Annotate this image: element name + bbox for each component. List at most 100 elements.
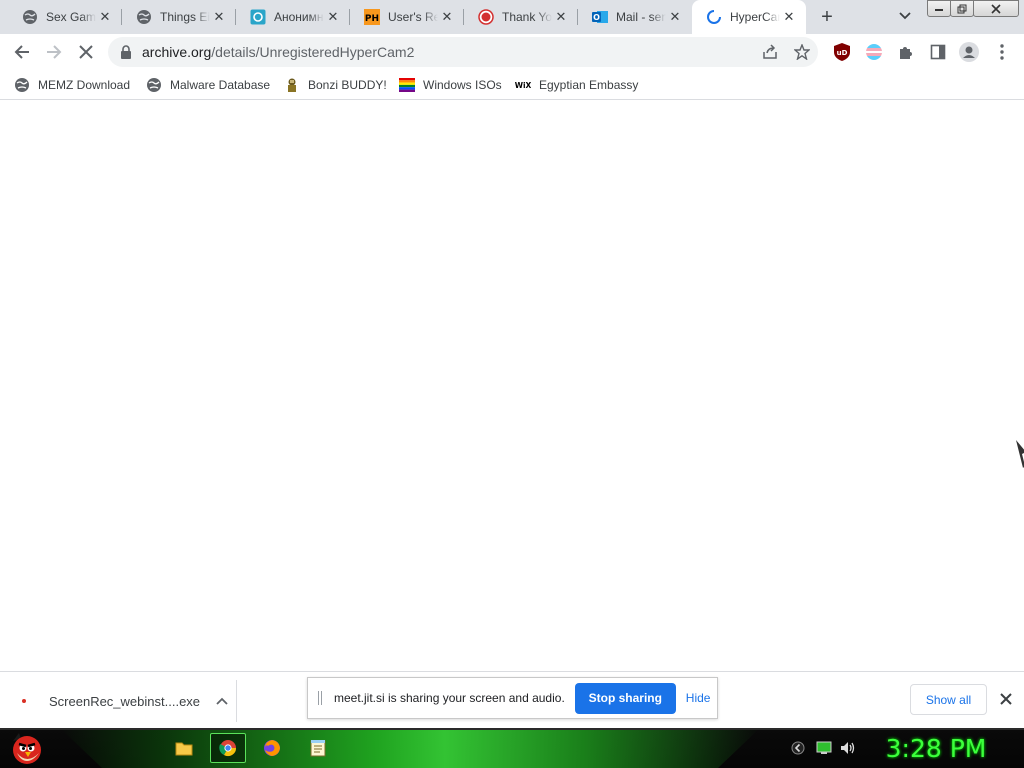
window-controls xyxy=(927,0,1019,17)
close-window-button[interactable] xyxy=(973,0,1019,17)
download-item[interactable]: ScreenRec_webinst....exe xyxy=(14,686,236,716)
bookmark-star-icon[interactable] xyxy=(791,41,813,63)
outlook-icon: O xyxy=(592,9,608,25)
tab-search-chevron-icon[interactable] xyxy=(895,6,915,26)
loading-spinner-icon xyxy=(706,9,722,25)
ublock-icon[interactable]: uD xyxy=(831,41,853,63)
record-icon xyxy=(478,9,494,25)
wix-icon: WiX xyxy=(515,77,531,93)
bookmark-memz[interactable]: MEMZ Download xyxy=(14,75,130,95)
tab-title: Thank You xyxy=(502,10,552,24)
sharing-message: meet.jit.si is sharing your screen and a… xyxy=(334,691,565,705)
close-icon[interactable]: ✕ xyxy=(438,8,456,26)
url-text: archive.org/details/UnregisteredHyperCam… xyxy=(142,44,414,60)
bookmark-bonzi[interactable]: Bonzi BUDDY! xyxy=(284,75,387,95)
taskbar-clock[interactable]: 3:28 PM xyxy=(878,731,994,765)
new-tab-button[interactable]: + xyxy=(815,5,839,29)
globe-icon xyxy=(14,77,30,93)
network-monitor-icon[interactable] xyxy=(816,740,832,756)
tab-hypercam[interactable]: HyperCam ✕ xyxy=(692,0,806,34)
exe-file-icon xyxy=(14,691,34,711)
tab-things[interactable]: Things Either ✕ xyxy=(122,0,236,34)
volume-icon[interactable] xyxy=(840,740,856,756)
back-button[interactable] xyxy=(10,40,34,64)
globe-icon xyxy=(136,9,152,25)
url-host: archive.org xyxy=(142,44,212,60)
forward-button[interactable] xyxy=(42,40,66,64)
extensions-puzzle-icon[interactable] xyxy=(895,41,917,63)
ublock-text: uD xyxy=(837,49,848,57)
trans-flag-extension-icon[interactable] xyxy=(863,41,885,63)
minimize-button[interactable] xyxy=(927,0,951,17)
tab-strip: Sex Gaming ✕ Things Either ✕ Анонимный ✕… xyxy=(0,0,1024,34)
close-icon[interactable]: ✕ xyxy=(96,8,114,26)
tray-chevron-icon[interactable] xyxy=(790,740,806,756)
bonzi-icon xyxy=(284,77,300,93)
bookmark-label: Egyptian Embassy xyxy=(539,78,639,92)
taskbar-top-edge xyxy=(0,728,1024,730)
bookmark-egyptian-embassy[interactable]: WiX Egyptian Embassy xyxy=(515,75,638,95)
download-file-name: ScreenRec_webinst....exe xyxy=(49,693,201,709)
bookmark-label: Windows ISOs xyxy=(423,78,502,92)
close-icon[interactable]: ✕ xyxy=(552,8,570,26)
chevron-up-icon[interactable] xyxy=(216,694,228,708)
globe-icon xyxy=(22,9,38,25)
lock-icon[interactable] xyxy=(120,45,132,59)
tab-title: Things Either xyxy=(160,10,210,24)
close-icon[interactable]: ✕ xyxy=(666,8,684,26)
screen: Sex Gaming ✕ Things Either ✕ Анонимный ✕… xyxy=(0,0,1024,768)
drag-handle-icon[interactable] xyxy=(318,691,322,705)
side-panel-icon[interactable] xyxy=(927,41,949,63)
profile-avatar-icon[interactable] xyxy=(958,41,980,63)
svg-text:PH: PH xyxy=(365,14,379,24)
tab-users-recent[interactable]: PH User's Recent ✕ xyxy=(350,0,464,34)
taskbar-file-explorer-icon[interactable] xyxy=(166,733,202,763)
tab-title: Mail - sent xyxy=(616,10,666,24)
shelf-divider xyxy=(236,680,237,722)
address-bar[interactable]: archive.org/details/UnregisteredHyperCam… xyxy=(108,37,818,67)
show-all-button[interactable]: Show all xyxy=(910,684,987,715)
svg-text:O: O xyxy=(593,13,600,22)
bookmark-label: Malware Database xyxy=(170,78,271,92)
tab-title: Анонимный xyxy=(274,10,324,24)
globe-icon xyxy=(146,77,162,93)
hide-link[interactable]: Hide xyxy=(686,691,711,705)
bookmarks-bar: MEMZ Download Malware Database Bonzi BUD… xyxy=(0,70,1024,100)
browser-toolbar: archive.org/details/UnregisteredHyperCam… xyxy=(0,34,1024,70)
taskbar: 3:28 PM xyxy=(0,728,1024,768)
stop-loading-button[interactable] xyxy=(74,40,98,64)
bookmark-malware-db[interactable]: Malware Database xyxy=(146,75,270,95)
url-path: /details/UnregisteredHyperCam2 xyxy=(211,44,415,60)
taskbar-notepad-icon[interactable] xyxy=(300,733,336,763)
cursor-artifact-icon xyxy=(1016,440,1024,468)
download-shelf: ScreenRec_webinst....exe meet.jit.si is … xyxy=(0,671,1024,728)
tab-thank-you[interactable]: Thank You ✕ xyxy=(464,0,578,34)
close-icon[interactable]: ✕ xyxy=(324,8,342,26)
tab-title: User's Recent xyxy=(388,10,438,24)
menu-kebab-icon[interactable] xyxy=(991,41,1013,63)
wix-text: WiX xyxy=(515,81,531,90)
start-button-angry-bird-icon[interactable] xyxy=(8,730,46,766)
tab-mail[interactable]: O Mail - sent ✕ xyxy=(578,0,692,34)
close-icon[interactable]: ✕ xyxy=(210,8,228,26)
bookmark-windows-isos[interactable]: Windows ISOs xyxy=(399,75,502,95)
ph-icon: PH xyxy=(364,9,380,25)
taskbar-firefox-icon[interactable] xyxy=(254,733,290,763)
screen-sharing-bar: meet.jit.si is sharing your screen and a… xyxy=(307,677,718,719)
taskbar-chrome-icon[interactable] xyxy=(210,733,246,763)
rainbow-flag-icon xyxy=(399,77,415,93)
bookmark-label: Bonzi BUDDY! xyxy=(308,78,387,92)
taskbar-glow xyxy=(60,728,760,768)
tab-title: Sex Gaming xyxy=(46,10,96,24)
tab-anonymous[interactable]: Анонимный ✕ xyxy=(236,0,350,34)
tab-sex-gaming[interactable]: Sex Gaming ✕ xyxy=(8,0,122,34)
page-content xyxy=(0,101,1024,671)
chat-icon xyxy=(250,9,266,25)
share-icon[interactable] xyxy=(759,41,781,63)
close-icon[interactable] xyxy=(997,688,1015,710)
close-icon[interactable]: ✕ xyxy=(780,8,798,26)
stop-sharing-button[interactable]: Stop sharing xyxy=(574,682,676,714)
tab-title: HyperCam xyxy=(730,10,780,24)
bookmark-label: MEMZ Download xyxy=(38,78,131,92)
restore-button[interactable] xyxy=(950,0,974,17)
